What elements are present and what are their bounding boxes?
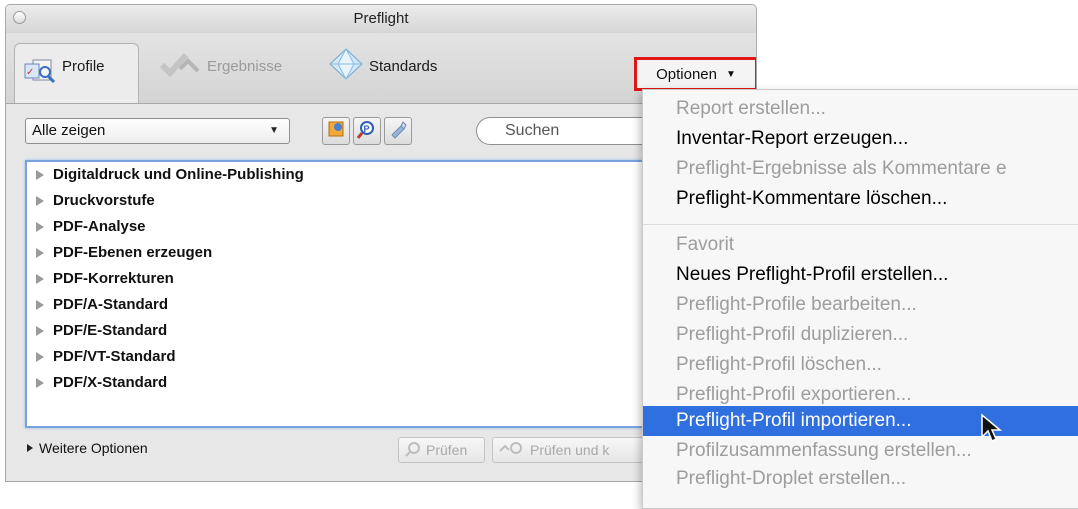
list-item[interactable]: PDF-Ebenen erzeugen xyxy=(27,240,663,266)
menu-item-profile-bearbeiten[interactable]: Preflight-Profile bearbeiten... xyxy=(643,290,1078,320)
disclosure-triangle-icon[interactable] xyxy=(36,300,44,310)
list-item[interactable]: PDF/X-Standard xyxy=(27,370,663,396)
disclosure-triangle-icon[interactable] xyxy=(36,326,44,336)
search-placeholder: Suchen xyxy=(505,122,560,139)
list-item-label: PDF/X-Standard xyxy=(53,374,168,391)
svg-text:✓: ✓ xyxy=(26,67,34,78)
tab-profile-label: Profile xyxy=(62,58,105,75)
disclosure-triangle-icon[interactable] xyxy=(36,170,44,180)
list-item-label: Druckvorstufe xyxy=(53,192,155,209)
menu-item-kommentare-loeschen[interactable]: Preflight-Kommentare löschen... xyxy=(643,184,1078,214)
edit-icon xyxy=(388,119,408,144)
select-profile-button[interactable] xyxy=(322,117,350,145)
list-item[interactable]: Digitaldruck und Online-Publishing xyxy=(27,162,663,188)
tab-profile[interactable]: ✓ Profile xyxy=(14,43,139,103)
list-item[interactable]: PDF/E-Standard xyxy=(27,318,663,344)
disclosure-triangle-icon xyxy=(27,444,33,452)
standards-diamond-icon xyxy=(328,47,364,84)
chevron-down-icon: ▼ xyxy=(725,68,736,80)
fixup-button[interactable]: P xyxy=(353,117,381,145)
list-item[interactable]: PDF/VT-Standard xyxy=(27,344,663,370)
tab-standards[interactable]: Standards xyxy=(328,46,437,86)
results-checkmark-icon xyxy=(158,51,202,81)
menu-item-profil-loeschen[interactable]: Preflight-Profil löschen... xyxy=(643,350,1078,380)
window-title: Preflight xyxy=(353,10,409,27)
list-item[interactable]: PDF-Analyse xyxy=(27,214,663,240)
menu-item-favorit[interactable]: Favorit xyxy=(643,230,1078,260)
tab-standards-label: Standards xyxy=(369,57,438,75)
disclosure-triangle-icon[interactable] xyxy=(36,352,44,362)
disclosure-triangle-icon[interactable] xyxy=(36,274,44,284)
edit-button[interactable] xyxy=(384,117,412,145)
list-item[interactable]: Druckvorstufe xyxy=(27,188,663,214)
svg-text:P: P xyxy=(364,124,370,134)
list-item-label: Digitaldruck und Online-Publishing xyxy=(53,166,304,183)
list-item[interactable]: PDF/A-Standard xyxy=(27,292,663,318)
list-item-label: PDF/A-Standard xyxy=(53,296,169,313)
optionen-label: Optionen xyxy=(656,65,717,83)
list-item-label: PDF/E-Standard xyxy=(53,322,168,339)
pruefen-und-korrigieren-label: Prüfen und k xyxy=(530,442,610,458)
optionen-menu: Report erstellen... Inventar-Report erze… xyxy=(642,89,1078,509)
list-item-label: PDF-Korrekturen xyxy=(53,270,174,287)
menu-item-droplet-erstellen[interactable]: Preflight-Droplet erstellen... xyxy=(643,464,1078,494)
tab-ergebnisse[interactable]: Ergebnisse xyxy=(158,46,282,86)
chevron-down-icon: ▼ xyxy=(269,125,279,136)
select-profile-icon xyxy=(326,119,346,144)
check-fix-icon xyxy=(499,441,525,460)
disclosure-triangle-icon[interactable] xyxy=(36,248,44,258)
menu-item-neues-profil[interactable]: Neues Preflight-Profil erstellen... xyxy=(643,260,1078,290)
profile-icon: ✓ xyxy=(23,58,57,88)
profile-group-list[interactable]: Digitaldruck und Online-Publishing Druck… xyxy=(25,160,665,428)
list-item[interactable]: PDF-Korrekturen xyxy=(27,266,663,292)
list-item-label: PDF/VT-Standard xyxy=(53,348,176,365)
search-input[interactable]: Suchen xyxy=(476,117,646,145)
menu-item-report-erstellen[interactable]: Report erstellen... xyxy=(643,94,1078,124)
mouse-pointer-icon xyxy=(981,413,1003,443)
pruefen-und-korrigieren-button[interactable]: Prüfen und k xyxy=(492,437,644,463)
disclosure-triangle-icon[interactable] xyxy=(36,378,44,388)
fixup-icon: P xyxy=(356,119,377,144)
pruefen-button[interactable]: Prüfen xyxy=(398,437,485,463)
menu-separator xyxy=(643,224,1078,225)
optionen-button[interactable]: Optionen ▼ xyxy=(634,57,756,91)
more-options-toggle[interactable]: Weitere Optionen xyxy=(27,440,148,456)
title-bar: Preflight xyxy=(6,5,756,34)
menu-item-ergebnisse-als-kommentare[interactable]: Preflight-Ergebnisse als Kommentare e xyxy=(643,154,1078,184)
filter-select-value: Alle zeigen xyxy=(32,122,106,139)
tab-ergebnisse-label: Ergebnisse xyxy=(207,57,283,75)
more-options-label: Weitere Optionen xyxy=(39,440,148,456)
menu-item-profil-duplizieren[interactable]: Preflight-Profil duplizieren... xyxy=(643,320,1078,350)
list-item-label: PDF-Ebenen erzeugen xyxy=(53,244,213,261)
menu-item-inventar-report[interactable]: Inventar-Report erzeugen... xyxy=(643,124,1078,154)
disclosure-triangle-icon[interactable] xyxy=(36,196,44,206)
pruefen-label: Prüfen xyxy=(426,442,468,458)
check-icon xyxy=(405,441,421,460)
menu-item-profilzusammenfassung[interactable]: Profilzusammenfassung erstellen... xyxy=(643,436,1078,466)
list-item-label: PDF-Analyse xyxy=(53,218,146,235)
filter-select[interactable]: Alle zeigen ▼ xyxy=(25,118,290,144)
menu-item-profil-importieren[interactable]: Preflight-Profil importieren... xyxy=(643,406,1078,436)
disclosure-triangle-icon[interactable] xyxy=(36,222,44,232)
